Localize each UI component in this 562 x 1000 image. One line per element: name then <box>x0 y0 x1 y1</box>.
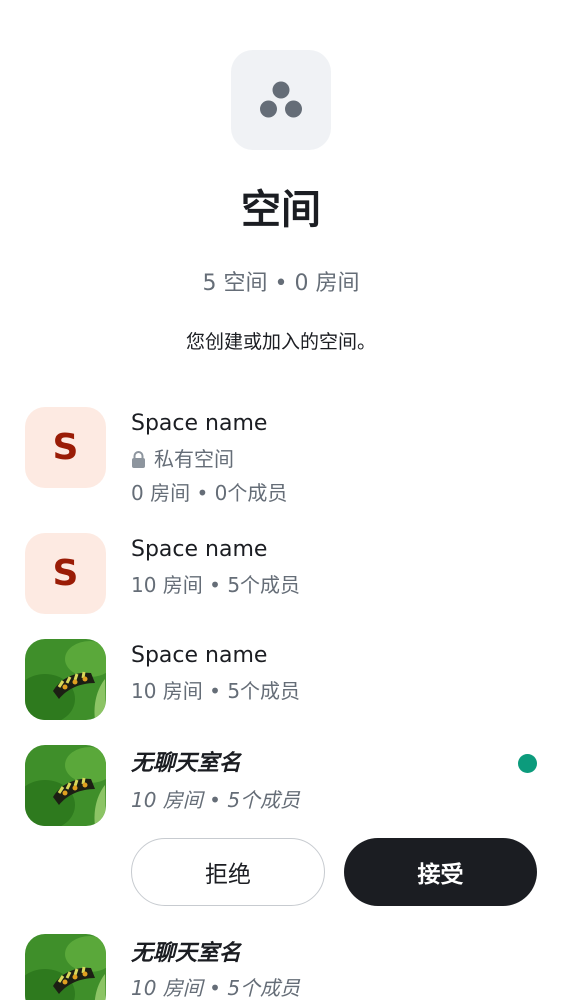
space-avatar-image <box>25 639 106 720</box>
space-avatar-image <box>25 934 106 1000</box>
space-stats: 10 房间 • 5个成员 <box>131 573 301 597</box>
spaces-header-icon <box>231 50 331 150</box>
decline-invite-button[interactable]: 拒绝 <box>131 838 325 906</box>
page-description: 您创建或加入的空间。 <box>185 331 376 353</box>
space-stats: 0 房间 • 0个成员 <box>131 481 288 505</box>
accept-invite-button[interactable]: 接受 <box>344 838 537 906</box>
caterpillar-image <box>25 934 106 1000</box>
caterpillar-image <box>25 745 106 826</box>
space-stats: 10 房间 • 5个成员 <box>131 788 301 812</box>
caterpillar-image <box>25 639 106 720</box>
space-avatar: S <box>25 407 106 488</box>
space-visibility-label: 私有空间 <box>154 447 234 471</box>
space-stats: 10 房间 • 5个成员 <box>131 976 301 1000</box>
space-name: 无聊天室名 <box>131 941 242 966</box>
spaces-icon <box>260 81 302 118</box>
space-room-counts: 5 空间 • 0 房间 <box>202 271 360 296</box>
space-name: 无聊天室名 <box>131 751 242 776</box>
space-avatar: S <box>25 533 106 614</box>
space-visibility: 私有空间 <box>131 444 234 474</box>
space-name: Space name <box>131 643 268 668</box>
space-name: Space name <box>131 411 268 436</box>
page-title: 空间 <box>241 187 321 233</box>
space-stats: 10 房间 • 5个成员 <box>131 679 301 703</box>
unread-indicator <box>518 754 537 773</box>
space-avatar-image <box>25 745 106 826</box>
lock-icon <box>132 450 145 468</box>
space-name: Space name <box>131 537 268 562</box>
